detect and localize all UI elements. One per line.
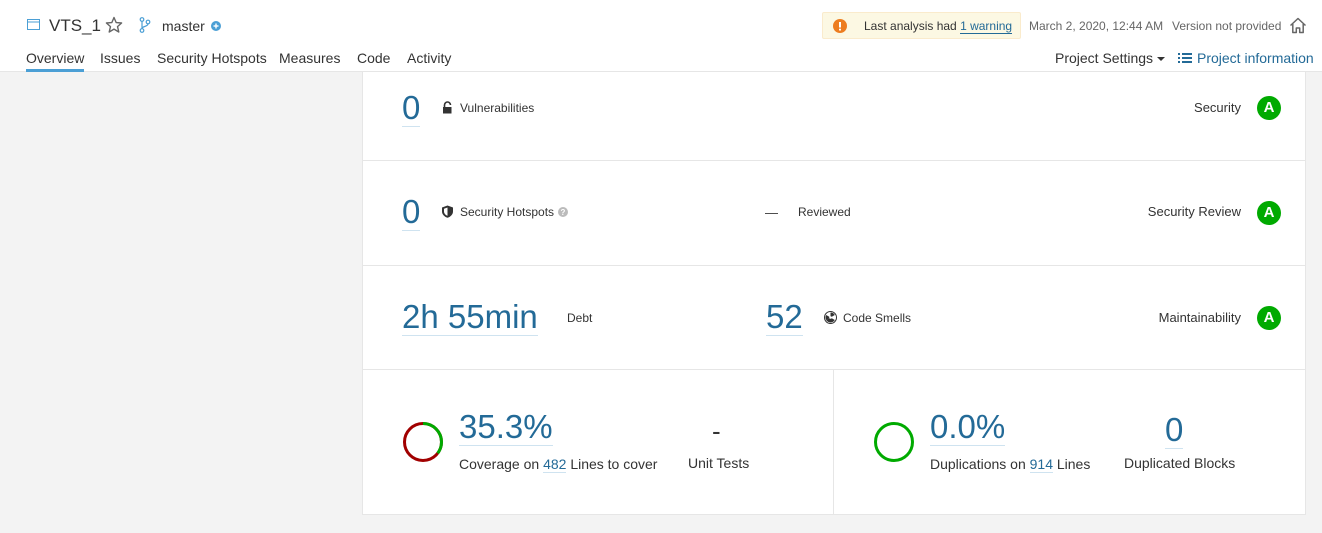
project-icon	[27, 19, 40, 30]
star-icon[interactable]	[105, 16, 123, 34]
analysis-date: March 2, 2020, 12:44 AM	[1029, 19, 1164, 33]
duplications-suffix: Lines	[1056, 456, 1091, 472]
branch-icon	[139, 17, 151, 33]
warning-prefix: Last analysis had	[864, 19, 957, 33]
tab-activity[interactable]: Activity	[407, 50, 451, 72]
security-hotspots-label: Security Hotspots ?	[441, 205, 569, 219]
security-review-rating[interactable]: A	[1257, 201, 1281, 225]
code-smells-label: Code Smells	[824, 311, 911, 325]
project-header: VTS_1 master Last analysis had 1 warning	[0, 0, 1322, 72]
lines-to-cover-count[interactable]: 482	[543, 456, 567, 473]
duplications-circle-icon	[874, 422, 914, 462]
branch-name[interactable]: master	[162, 18, 205, 34]
coverage-prefix: Coverage on	[459, 456, 540, 472]
duplications-lines-count[interactable]: 914	[1029, 456, 1053, 473]
debt-label: Debt	[567, 311, 593, 325]
svg-text:?: ?	[561, 208, 566, 217]
tab-measures[interactable]: Measures	[279, 50, 340, 72]
security-section: 0 Vulnerabilities Security A	[363, 72, 1305, 161]
project-version: Version not provided	[1172, 19, 1282, 33]
coverage-donut-chart	[403, 422, 443, 462]
tab-code[interactable]: Code	[357, 50, 390, 72]
duplications-prefix: Duplications on	[930, 456, 1026, 472]
project-name[interactable]: VTS_1	[49, 16, 101, 36]
coverage-section: 35.3% Coverage on 482 Lines to cover - U…	[363, 370, 833, 515]
project-information-label: Project information	[1197, 50, 1314, 66]
tab-issues[interactable]: Issues	[100, 50, 140, 72]
maintainability-section: 2h 55min Debt 52 Code Smells Maintainabi…	[363, 266, 1305, 370]
exclamation-icon	[833, 19, 847, 33]
project-information-link[interactable]: Project information	[1178, 50, 1314, 66]
duplicated-blocks-label: Duplicated Blocks	[1124, 455, 1236, 471]
analysis-warning: Last analysis had 1 warning	[822, 12, 1021, 39]
question-icon[interactable]: ?	[558, 207, 569, 217]
unit-tests-label: Unit Tests	[688, 455, 750, 471]
project-settings-label: Project Settings	[1055, 50, 1154, 66]
coverage-subtitle: Coverage on 482 Lines to cover	[459, 456, 658, 473]
unit-tests-value: -	[712, 416, 721, 446]
duplicated-blocks-count[interactable]: 0	[1165, 412, 1184, 449]
vulnerabilities-count[interactable]: 0	[402, 90, 421, 127]
technical-debt-value[interactable]: 2h 55min	[402, 299, 538, 336]
list-icon	[1178, 53, 1192, 63]
maintainability-rating[interactable]: A	[1257, 306, 1281, 330]
duplications-value[interactable]: 0.0%	[930, 409, 1006, 446]
security-hotspots-count[interactable]: 0	[402, 194, 421, 231]
security-hotspots-text: Security Hotspots	[460, 205, 555, 219]
maintainability-rating-label: Maintainability	[1158, 310, 1241, 325]
reviewed-value: —	[765, 205, 778, 220]
warning-text: Last analysis had 1 warning	[864, 19, 1013, 34]
warning-link[interactable]: 1 warning	[960, 19, 1013, 34]
chevron-down-icon	[1157, 57, 1166, 62]
duplications-subtitle: Duplications on 914 Lines	[930, 456, 1091, 473]
vulnerabilities-text: Vulnerabilities	[460, 101, 535, 115]
duplications-section: 0.0% Duplications on 914 Lines 0 Duplica…	[834, 370, 1305, 515]
security-rating-label: Security	[1194, 100, 1241, 115]
reviewed-label: Reviewed	[798, 205, 851, 219]
overview-measures-panel: 0 Vulnerabilities Security A 0 Security …	[362, 72, 1306, 515]
security-review-rating-label: Security Review	[1147, 204, 1241, 219]
vulnerabilities-label: Vulnerabilities	[441, 101, 534, 115]
radiation-icon	[824, 311, 837, 324]
shield-icon	[442, 205, 453, 218]
code-smells-text: Code Smells	[843, 311, 912, 325]
code-smells-count[interactable]: 52	[766, 299, 803, 336]
security-review-section: 0 Security Hotspots ? — Reviewed Securit…	[363, 161, 1305, 266]
security-rating[interactable]: A	[1257, 96, 1281, 120]
lock-icon	[443, 101, 452, 114]
coverage-value[interactable]: 35.3%	[459, 409, 553, 446]
project-settings-menu[interactable]: Project Settings	[1055, 50, 1166, 66]
home-icon[interactable]	[1289, 17, 1307, 34]
plus-circle-icon[interactable]	[211, 21, 221, 31]
tab-security-hotspots[interactable]: Security Hotspots	[157, 50, 267, 72]
coverage-suffix: Lines to cover	[570, 456, 658, 472]
header-row: VTS_1 master Last analysis had 1 warning	[0, 0, 1322, 50]
tab-overview[interactable]: Overview	[26, 50, 85, 72]
